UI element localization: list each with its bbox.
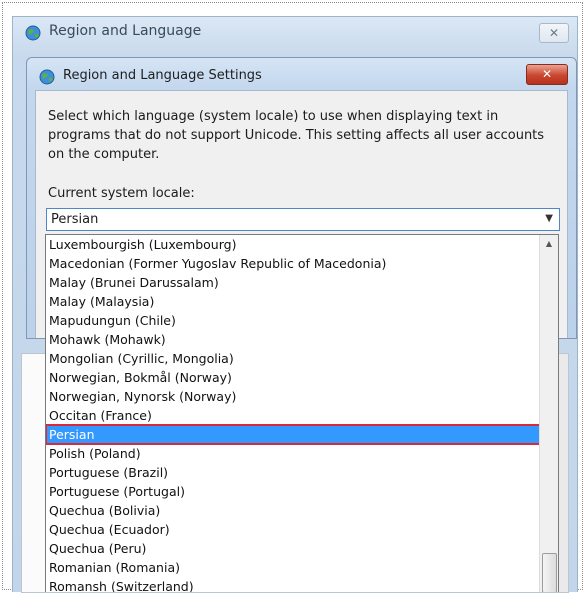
globe-icon [25, 25, 41, 41]
locale-option[interactable]: Romanian (Romania) [46, 558, 540, 577]
locale-option[interactable]: Portuguese (Brazil) [46, 463, 540, 482]
window-title: Region and Language [49, 23, 202, 39]
dialog-description: Select which language (system locale) to… [48, 109, 545, 162]
scrollbar-thumb[interactable] [542, 553, 557, 592]
dialog-title: Region and Language Settings [63, 68, 262, 83]
system-locale-label: Current system locale: [48, 186, 195, 201]
locale-option[interactable]: Polish (Poland) [46, 444, 540, 463]
locale-option[interactable]: Malay (Brunei Darussalam) [46, 273, 540, 292]
system-locale-select[interactable]: Persian ▼ [46, 208, 560, 231]
window-close-button[interactable]: ✕ [539, 23, 569, 43]
globe-icon [39, 69, 55, 85]
locale-option[interactable]: Portuguese (Portugal) [46, 482, 540, 501]
locale-option[interactable]: Occitan (France) [46, 406, 540, 425]
locale-option[interactable]: Quechua (Ecuador) [46, 520, 540, 539]
locale-option[interactable]: Persian [46, 424, 541, 445]
locale-dropdown-list[interactable]: Luxembourgish (Luxembourg) Macedonian (Fo… [45, 234, 559, 592]
locale-option[interactable]: Mongolian (Cyrillic, Mongolia) [46, 349, 540, 368]
locale-option[interactable]: Quechua (Peru) [46, 539, 540, 558]
scroll-up-arrow-icon[interactable]: ▲ [540, 237, 558, 251]
locale-option[interactable]: Romansh (Switzerland) [46, 577, 540, 592]
locale-option[interactable]: Malay (Malaysia) [46, 292, 540, 311]
locale-option[interactable]: Mohawk (Mohawk) [46, 330, 540, 349]
locale-option[interactable]: Norwegian, Bokmål (Norway) [46, 368, 540, 387]
chevron-down-icon[interactable]: ▼ [545, 213, 553, 224]
locale-option[interactable]: Luxembourgish (Luxembourg) [46, 235, 540, 254]
dialog-close-button[interactable]: ✕ [526, 64, 568, 85]
locale-option[interactable]: Quechua (Bolivia) [46, 501, 540, 520]
locale-option[interactable]: Norwegian, Nynorsk (Norway) [46, 387, 540, 406]
dropdown-scrollbar[interactable]: ▲ [539, 235, 558, 592]
system-locale-value: Persian [51, 212, 99, 227]
locale-option[interactable]: Mapudungun (Chile) [46, 311, 540, 330]
locale-option[interactable]: Macedonian (Former Yugoslav Republic of … [46, 254, 540, 273]
